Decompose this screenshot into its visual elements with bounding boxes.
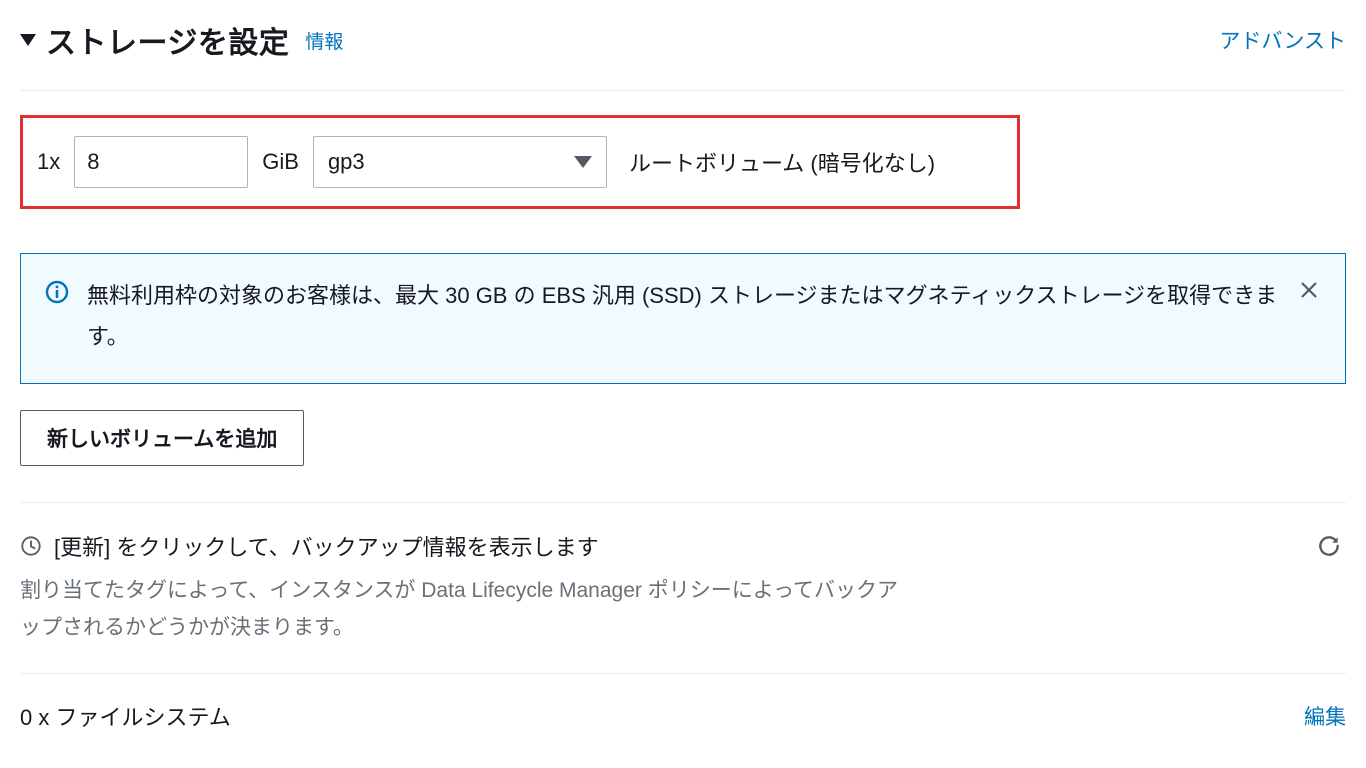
backup-headline: [更新] をクリックして、バックアップ情報を表示します bbox=[54, 530, 599, 562]
filesystems-label: 0 x ファイルシステム bbox=[20, 700, 231, 732]
backup-header-left: [更新] をクリックして、バックアップ情報を表示します bbox=[20, 530, 599, 562]
add-volume-button[interactable]: 新しいボリュームを追加 bbox=[20, 410, 304, 466]
volume-description: ルートボリューム (暗号化なし) bbox=[629, 146, 935, 178]
volume-size-input[interactable] bbox=[74, 136, 248, 188]
storage-section-header: ストレージを設定 情報 アドバンスト bbox=[20, 18, 1346, 62]
alert-close-button[interactable] bbox=[1297, 278, 1321, 302]
info-link[interactable]: 情報 bbox=[305, 27, 343, 54]
filesystems-row: 0 x ファイルシステム 編集 bbox=[20, 673, 1346, 732]
volume-multiplier: 1x bbox=[37, 149, 60, 175]
section-title: ストレージを設定 bbox=[46, 18, 289, 62]
clock-icon bbox=[20, 535, 42, 557]
filesystems-edit-link[interactable]: 編集 bbox=[1304, 701, 1346, 731]
backup-section: [更新] をクリックして、バックアップ情報を表示します 割り当てたタグによって、… bbox=[20, 502, 1346, 673]
section-header-left: ストレージを設定 情報 bbox=[20, 18, 343, 62]
info-icon bbox=[45, 280, 69, 304]
backup-description: 割り当てたタグによって、インスタンスが Data Lifecycle Manag… bbox=[20, 573, 910, 647]
advanced-link[interactable]: アドバンスト bbox=[1219, 25, 1346, 55]
chevron-down-icon bbox=[574, 156, 592, 168]
root-volume-row: 1x GiB gp3 ルートボリューム (暗号化なし) bbox=[20, 115, 1020, 209]
volume-type-value: gp3 bbox=[328, 149, 365, 175]
volume-type-select[interactable]: gp3 bbox=[313, 136, 607, 188]
divider bbox=[20, 90, 1346, 91]
alert-message: 無料利用枠の対象のお客様は、最大 30 GB の EBS 汎用 (SSD) スト… bbox=[87, 276, 1279, 357]
volume-size-unit: GiB bbox=[262, 149, 299, 175]
free-tier-alert: 無料利用枠の対象のお客様は、最大 30 GB の EBS 汎用 (SSD) スト… bbox=[20, 253, 1346, 384]
refresh-button[interactable] bbox=[1312, 529, 1346, 563]
collapse-caret-icon[interactable] bbox=[20, 34, 36, 46]
backup-header: [更新] をクリックして、バックアップ情報を表示します bbox=[20, 529, 1346, 563]
